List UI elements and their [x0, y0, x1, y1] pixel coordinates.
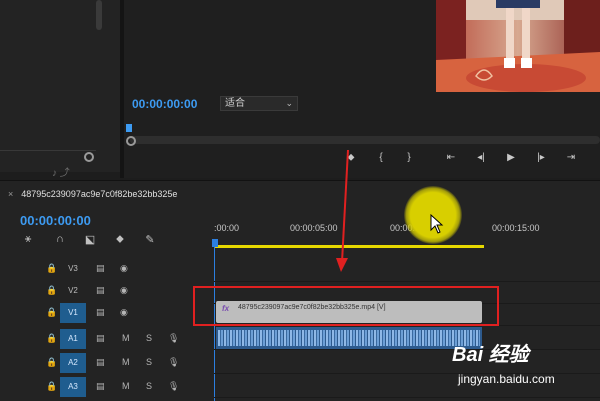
watermark-logo: Bai 经验	[452, 344, 529, 366]
watermark-url: jingyan.baidu.com	[458, 372, 555, 386]
mouse-pointer-icon	[430, 214, 444, 234]
watermark: Bai 经验 jingyan.baidu.com	[452, 338, 555, 386]
